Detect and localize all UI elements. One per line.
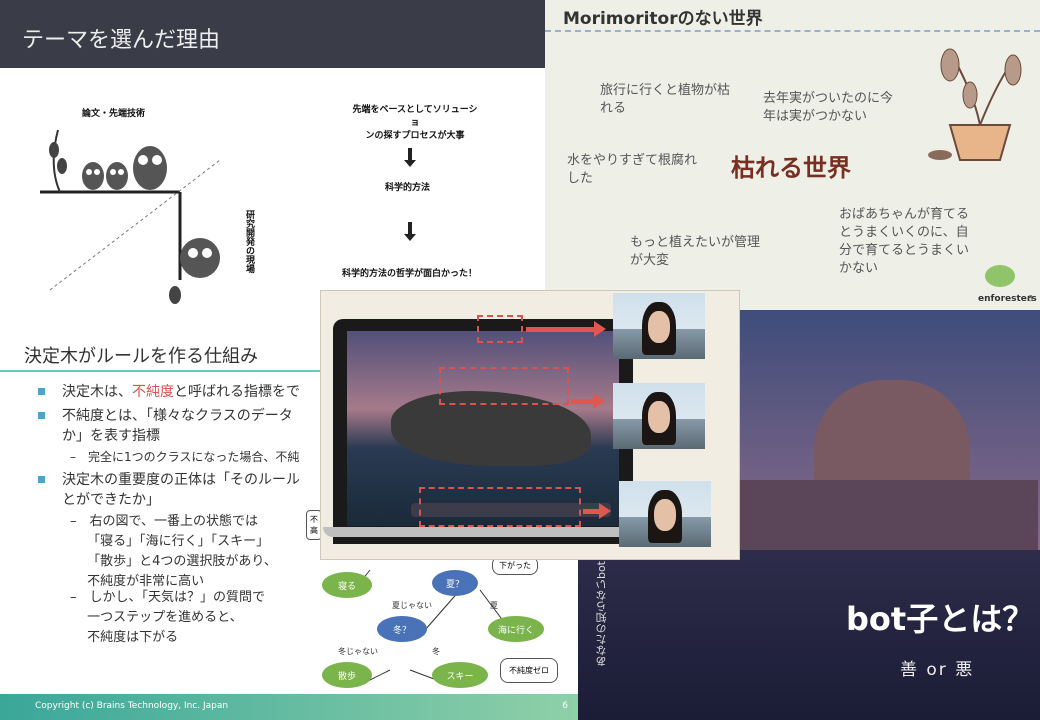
node-ski: スキー <box>432 662 488 688</box>
bullet-icon <box>38 412 45 419</box>
problem-item: 旅行に行くと植物が枯 れる <box>600 83 731 116</box>
edge-label: 冬じゃない <box>338 647 378 656</box>
face-thumbnail <box>619 481 711 547</box>
slide-title: bot子とは？ <box>846 600 1035 638</box>
slide-title: Morimoritorのない世界 <box>563 9 763 29</box>
node-sleep: 寝る <box>322 572 372 598</box>
owl-illustration <box>40 129 221 304</box>
laptop-base <box>323 527 643 537</box>
bullet-icon <box>38 388 45 395</box>
slide-theme-reason: テーマを選んだ理由 論文・先端技術 研究開発の現場 先端をベースとしてソリューシ… <box>0 0 560 330</box>
edge-label: 夏じゃない <box>392 601 432 610</box>
flow-step-2: 科学的方法 <box>385 183 431 193</box>
bullet-text: 決定木は、 <box>62 384 132 400</box>
tree-logo-icon <box>985 265 1015 287</box>
face-thumbnail <box>613 293 705 359</box>
footer-bar: Copyright (c) Brains Technology, Inc. Ja… <box>0 694 580 720</box>
callout-zero: 不純度ゼロ <box>500 658 558 683</box>
arrow-right-icon <box>583 503 611 519</box>
arrow-down-icon <box>404 148 416 167</box>
edge-label: 冬 <box>432 647 440 656</box>
arrow-right-icon <box>526 321 606 337</box>
flow-step-1: 先端をベースとしてソリューショ ンの探すプロセスが大事 <box>352 105 478 141</box>
bullet-3-line2: とができたか」 <box>62 492 160 508</box>
bullet-2-line1: 不純度とは、「様々なクラスのデータ <box>62 408 293 424</box>
problem-item: おばあちゃんが育てる とうまくいくのに、自 分で育てるとうまくい かない <box>839 207 970 276</box>
arrow-down-icon <box>404 222 416 241</box>
tracking-box <box>477 315 523 343</box>
center-title: 枯れる世界 <box>731 154 851 182</box>
dashed-divider <box>545 30 1040 32</box>
copyright: Copyright (c) Brains Technology, Inc. Ja… <box>35 701 229 711</box>
sub-bullet: – 完全に1つのクラスになった場合、不純 <box>70 450 300 464</box>
slide-morimoritor: Morimoritorのない世界 旅行に行くと植物が枯 れる 去年実がついたのに… <box>545 0 1040 315</box>
bullet-3-line1: 決定木の重要度の正体は「そのルール <box>62 472 300 488</box>
label-field: 研究開発の現場 <box>244 210 254 273</box>
sub-bullet: – しかし、「天気は？」の質問で 一つステップを進めると、 不純度は下がる <box>70 590 266 645</box>
page-number: 6 <box>562 701 568 711</box>
arrow-right-icon <box>571 393 605 409</box>
node-sea: 海に行く <box>488 616 544 642</box>
bullet-2-line2: か」を表す指標 <box>62 428 160 444</box>
face-thumbnail <box>613 383 705 449</box>
problem-item: 水をやりすぎて根腐れ した <box>567 153 698 186</box>
node-summer: 夏？ <box>432 570 478 596</box>
tracking-box <box>439 367 569 405</box>
vertical-caption: あなたの知らないbot子 <box>595 550 608 668</box>
node-winter: 冬？ <box>377 616 427 642</box>
problem-item: 去年実がついたのに今 年は実がつかない <box>763 91 894 124</box>
flow-step-3: 科学的方法の哲学が面白かった！ <box>342 269 478 279</box>
page-number: 3 <box>1028 294 1034 303</box>
slide-face-tracking <box>320 290 740 560</box>
highlight-text: 不純度 <box>132 384 174 400</box>
edge-label: 夏 <box>490 601 498 610</box>
withered-plant-icon <box>928 48 1022 161</box>
bullet-1: 決定木は、不純度と呼ばれる指標をで <box>62 382 300 402</box>
slide-header: テーマを選んだ理由 <box>0 0 560 68</box>
slide-title: 決定木がルールを作る仕組み <box>24 346 258 367</box>
slide-subtitle: 善 or 悪 <box>900 660 975 680</box>
problem-item: もっと植えたいが管理 が大変 <box>630 235 761 268</box>
node-walk: 散歩 <box>322 662 372 688</box>
tracking-box <box>419 487 581 527</box>
sub-bullet: – 右の図で、一番上の状態では 「寝る」「海に行く」「スキー」 「散歩」と4つの… <box>70 514 277 589</box>
bullet-text: と呼ばれる指標をで <box>174 384 300 400</box>
bullet-icon <box>38 476 45 483</box>
slide-title: テーマを選んだ理由 <box>22 28 221 53</box>
